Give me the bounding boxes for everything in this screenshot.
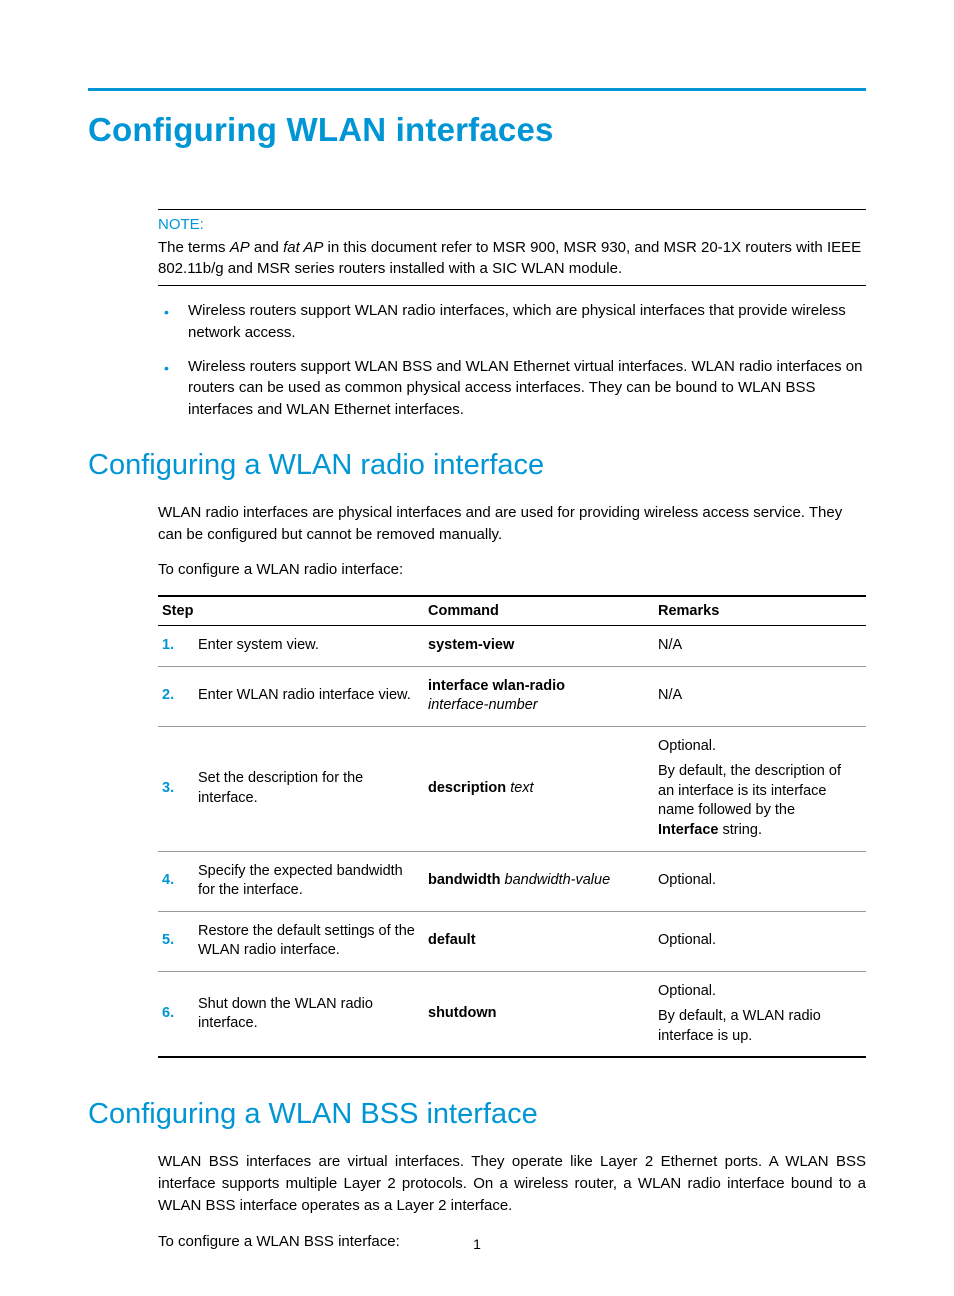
- row-step: Enter WLAN radio interface view.: [198, 666, 428, 726]
- row-step: Specify the expected bandwidth for the i…: [198, 851, 428, 911]
- row-num: 5.: [158, 911, 198, 971]
- row-remarks: Optional.: [658, 911, 866, 971]
- section-heading-bss: Configuring a WLAN BSS interface: [88, 1098, 866, 1131]
- row-cmd: default: [428, 911, 658, 971]
- th-command: Command: [428, 596, 658, 626]
- table-row: 4. Specify the expected bandwidth for th…: [158, 851, 866, 911]
- remarks-bold: Interface: [658, 822, 718, 838]
- row-num: 6.: [158, 971, 198, 1057]
- row-remarks: Optional. By default, a WLAN radio inter…: [658, 971, 866, 1057]
- note-text-pre: The terms: [158, 239, 230, 256]
- note-text-mid1: and: [250, 239, 283, 256]
- row-step: Restore the default settings of the WLAN…: [198, 911, 428, 971]
- note-term-fat-ap: fat AP: [283, 239, 323, 256]
- cmd-ital: bandwidth-value: [505, 872, 611, 888]
- row-remarks: Optional.: [658, 851, 866, 911]
- cmd-bold: description: [428, 780, 506, 796]
- remarks-line: Optional.: [658, 737, 858, 757]
- table-header-row: Step Command Remarks: [158, 596, 866, 626]
- table-row: 2. Enter WLAN radio interface view. inte…: [158, 666, 866, 726]
- remarks-post: string.: [718, 822, 762, 838]
- row-num: 1.: [158, 626, 198, 667]
- row-remarks: N/A: [658, 626, 866, 667]
- table-row: 6. Shut down the WLAN radio interface. s…: [158, 971, 866, 1057]
- note-label: NOTE:: [158, 216, 866, 233]
- table-row: 3. Set the description for the interface…: [158, 726, 866, 851]
- cmd-bold: default: [428, 932, 476, 948]
- cmd-bold: interface wlan-radio: [428, 678, 565, 694]
- row-step: Enter system view.: [198, 626, 428, 667]
- remarks-pre: By default, the description of an interf…: [658, 763, 841, 818]
- section-heading-radio: Configuring a WLAN radio interface: [88, 449, 866, 482]
- list-item: Wireless routers support WLAN radio inte…: [158, 300, 866, 344]
- row-step: Set the description for the interface.: [198, 726, 428, 851]
- row-cmd: shutdown: [428, 971, 658, 1057]
- cmd-ital: interface-number: [428, 697, 538, 713]
- row-cmd: system-view: [428, 626, 658, 667]
- cmd-bold: bandwidth: [428, 872, 501, 888]
- th-remarks: Remarks: [658, 596, 866, 626]
- cmd-ital: text: [510, 780, 533, 796]
- bullet-list: Wireless routers support WLAN radio inte…: [158, 300, 866, 421]
- row-cmd: bandwidth bandwidth-value: [428, 851, 658, 911]
- list-item: Wireless routers support WLAN BSS and WL…: [158, 356, 866, 421]
- row-remarks: Optional. By default, the description of…: [658, 726, 866, 851]
- row-num: 2.: [158, 666, 198, 726]
- section-radio-body: WLAN radio interfaces are physical inter…: [158, 502, 866, 1059]
- radio-intro: WLAN radio interfaces are physical inter…: [158, 502, 866, 546]
- cmd-bold: system-view: [428, 637, 514, 653]
- row-cmd: interface wlan-radio interface-number: [428, 666, 658, 726]
- remarks-line: Optional.: [658, 982, 858, 1002]
- row-step: Shut down the WLAN radio interface.: [198, 971, 428, 1057]
- row-num: 3.: [158, 726, 198, 851]
- note-term-ap: AP: [230, 239, 250, 256]
- page-title: Configuring WLAN interfaces: [88, 111, 866, 149]
- note-block: NOTE: The terms AP and fat AP in this do…: [158, 209, 866, 421]
- row-remarks: N/A: [658, 666, 866, 726]
- radio-table: Step Command Remarks 1. Enter system vie…: [158, 595, 866, 1058]
- row-cmd: description text: [428, 726, 658, 851]
- remarks-line: By default, a WLAN radio interface is up…: [658, 1007, 858, 1046]
- table-row: 1. Enter system view. system-view N/A: [158, 626, 866, 667]
- note-top-rule: [158, 209, 866, 210]
- note-body: The terms AP and fat AP in this document…: [158, 237, 866, 286]
- th-step: Step: [158, 596, 428, 626]
- cmd-bold: shutdown: [428, 1005, 496, 1021]
- radio-leadin: To configure a WLAN radio interface:: [158, 559, 866, 581]
- page-number: 1: [0, 1236, 954, 1252]
- table-row: 5. Restore the default settings of the W…: [158, 911, 866, 971]
- page: Configuring WLAN interfaces NOTE: The te…: [0, 0, 954, 1296]
- row-num: 4.: [158, 851, 198, 911]
- bss-intro: WLAN BSS interfaces are virtual interfac…: [158, 1151, 866, 1216]
- top-rule: [88, 88, 866, 91]
